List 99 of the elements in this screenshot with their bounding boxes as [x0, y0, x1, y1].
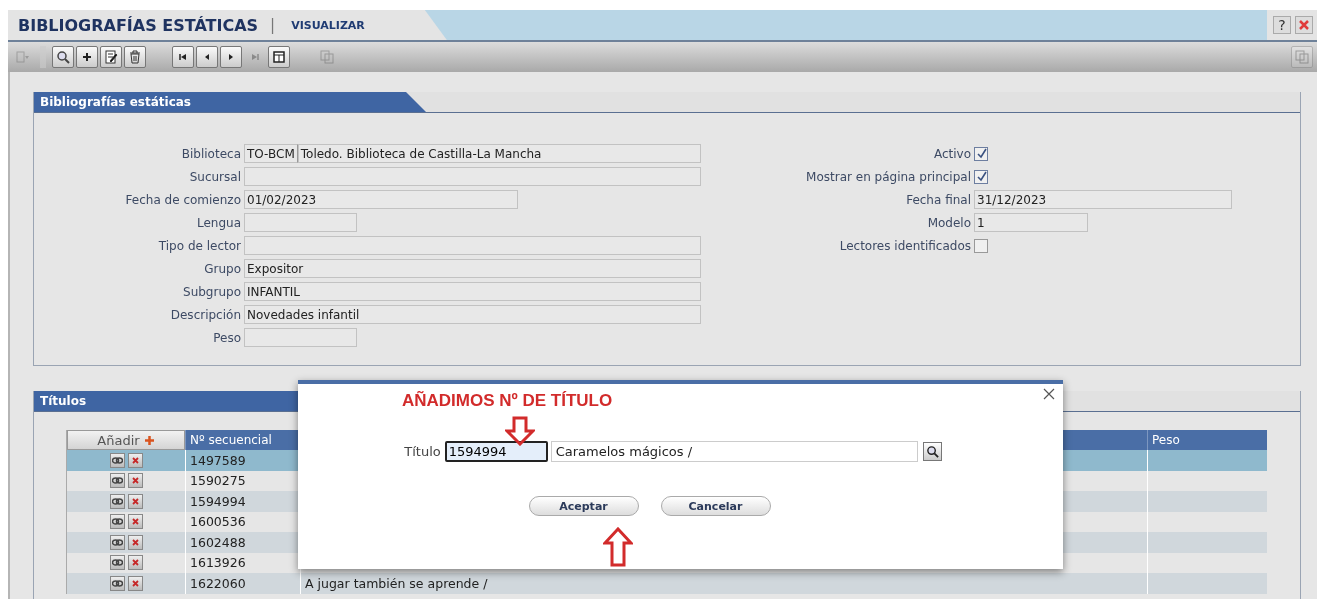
- page-title: BIBLIOGRAFÍAS ESTÁTICAS: [18, 15, 259, 35]
- text-field[interactable]: [244, 167, 701, 186]
- close-icon: [130, 558, 140, 568]
- text-field[interactable]: Novedades infantil: [244, 305, 701, 324]
- check-icon: [975, 171, 987, 182]
- link-button[interactable]: [109, 493, 125, 509]
- toolbar-button[interactable]: [52, 46, 74, 68]
- link-button[interactable]: [109, 555, 125, 571]
- text-field[interactable]: INFANTIL: [244, 282, 701, 301]
- remove-button[interactable]: [127, 514, 143, 530]
- field-label: Fecha final: [905, 192, 972, 207]
- checkbox[interactable]: [974, 169, 988, 184]
- toolbar-button[interactable]: [196, 46, 218, 68]
- up-arrow-icon: [603, 527, 633, 567]
- dialog-button[interactable]: Aceptar: [528, 496, 639, 516]
- field-label: Modelo: [926, 215, 972, 230]
- field-label: Sucursal: [188, 169, 242, 184]
- down-arrow-icon: [505, 416, 535, 446]
- field-label: Fecha de comienzo: [124, 192, 242, 207]
- title-number-field[interactable]: 1594994: [444, 441, 548, 462]
- code-field[interactable]: TO-BCM: [244, 144, 298, 163]
- close-icon: [130, 455, 140, 465]
- field-label: Activo: [932, 146, 972, 161]
- chain-link-icon: [111, 517, 123, 527]
- link-button[interactable]: [109, 473, 125, 489]
- check-icon: [975, 148, 987, 159]
- field-label: Peso: [212, 330, 242, 345]
- toolbar-button[interactable]: [268, 46, 290, 68]
- link-button[interactable]: [109, 452, 125, 468]
- close-icon: [130, 517, 140, 527]
- mode-label: VISUALIZAR: [291, 18, 365, 32]
- table-cell: A jugar también se aprende /: [300, 573, 1147, 594]
- plus-icon: [143, 434, 155, 446]
- field-label: Lengua: [195, 215, 242, 230]
- panel-title: Bibliografías estáticas: [34, 92, 426, 112]
- text-field[interactable]: 31/12/2023: [974, 190, 1232, 209]
- chain-link-icon: [111, 476, 123, 486]
- chain-link-icon: [111, 558, 123, 568]
- field-label: Mostrar en página principal: [805, 169, 972, 184]
- table-cell: 1622060: [185, 573, 300, 594]
- remove-button[interactable]: [127, 493, 143, 509]
- chain-link-icon: [111, 578, 123, 588]
- search-icon: [56, 50, 70, 64]
- link-button[interactable]: [109, 575, 125, 591]
- close-icon: [130, 476, 140, 486]
- remove-button[interactable]: [127, 575, 143, 591]
- copy-icon: [320, 50, 334, 64]
- field-label: Tipo de lector: [157, 238, 242, 253]
- chain-link-icon: [111, 537, 123, 547]
- search-icon: [925, 445, 939, 458]
- field-label: Biblioteca: [180, 146, 242, 161]
- field-label: Título: [404, 444, 441, 459]
- checkbox[interactable]: [974, 238, 988, 253]
- text-field[interactable]: [244, 328, 357, 347]
- text-field[interactable]: [244, 213, 357, 232]
- chain-link-icon: [111, 455, 123, 465]
- close-icon: [130, 578, 140, 588]
- close-icon: [1043, 388, 1055, 400]
- plus-icon: [80, 50, 94, 64]
- toolbar-button[interactable]: [220, 46, 242, 68]
- copy-icon: [1295, 50, 1309, 64]
- table-icon: [272, 50, 286, 64]
- close-icon: [130, 496, 140, 506]
- toolbar-button[interactable]: [100, 46, 122, 68]
- field-label: Lectores identificados: [838, 238, 972, 253]
- close-icon: [1299, 20, 1309, 30]
- checkbox[interactable]: [974, 146, 988, 161]
- text-field[interactable]: [244, 236, 701, 255]
- remove-button[interactable]: [127, 534, 143, 550]
- text-field[interactable]: 01/02/2023: [244, 190, 518, 209]
- title-name-field[interactable]: Caramelos mágicos /: [550, 441, 918, 462]
- close-button[interactable]: [1043, 388, 1057, 402]
- table-row[interactable]: 1622060 A jugar también se aprende /: [67, 573, 1267, 594]
- toolbar-button[interactable]: [76, 46, 98, 68]
- title-separator: |: [270, 16, 276, 34]
- field-label: Descripción: [169, 307, 242, 322]
- close-button[interactable]: [1295, 16, 1313, 34]
- text-field[interactable]: Toledo. Biblioteca de Castilla-La Mancha: [297, 144, 701, 163]
- remove-button[interactable]: [127, 555, 143, 571]
- toolbar-button[interactable]: [172, 46, 194, 68]
- toolbar-separator: [40, 46, 46, 68]
- remove-button[interactable]: [127, 452, 143, 468]
- field-label: Subgrupo: [182, 284, 242, 299]
- list-menu-icon: [16, 50, 30, 64]
- edit-document-icon: [104, 50, 118, 64]
- remove-button[interactable]: [127, 473, 143, 489]
- add-button[interactable]: Añadir: [67, 430, 185, 450]
- text-field[interactable]: Expositor: [244, 259, 701, 278]
- dialog-button[interactable]: Cancelar: [660, 496, 771, 516]
- link-button[interactable]: [109, 534, 125, 550]
- field-label: Grupo: [203, 261, 242, 276]
- toolbar-button[interactable]: [124, 46, 146, 68]
- chain-link-icon: [111, 496, 123, 506]
- link-button[interactable]: [109, 514, 125, 530]
- search-button[interactable]: [922, 442, 942, 461]
- close-icon: [130, 537, 140, 547]
- trash-icon: [128, 50, 142, 64]
- text-field[interactable]: 1: [974, 213, 1088, 232]
- help-button[interactable]: ?: [1273, 16, 1291, 34]
